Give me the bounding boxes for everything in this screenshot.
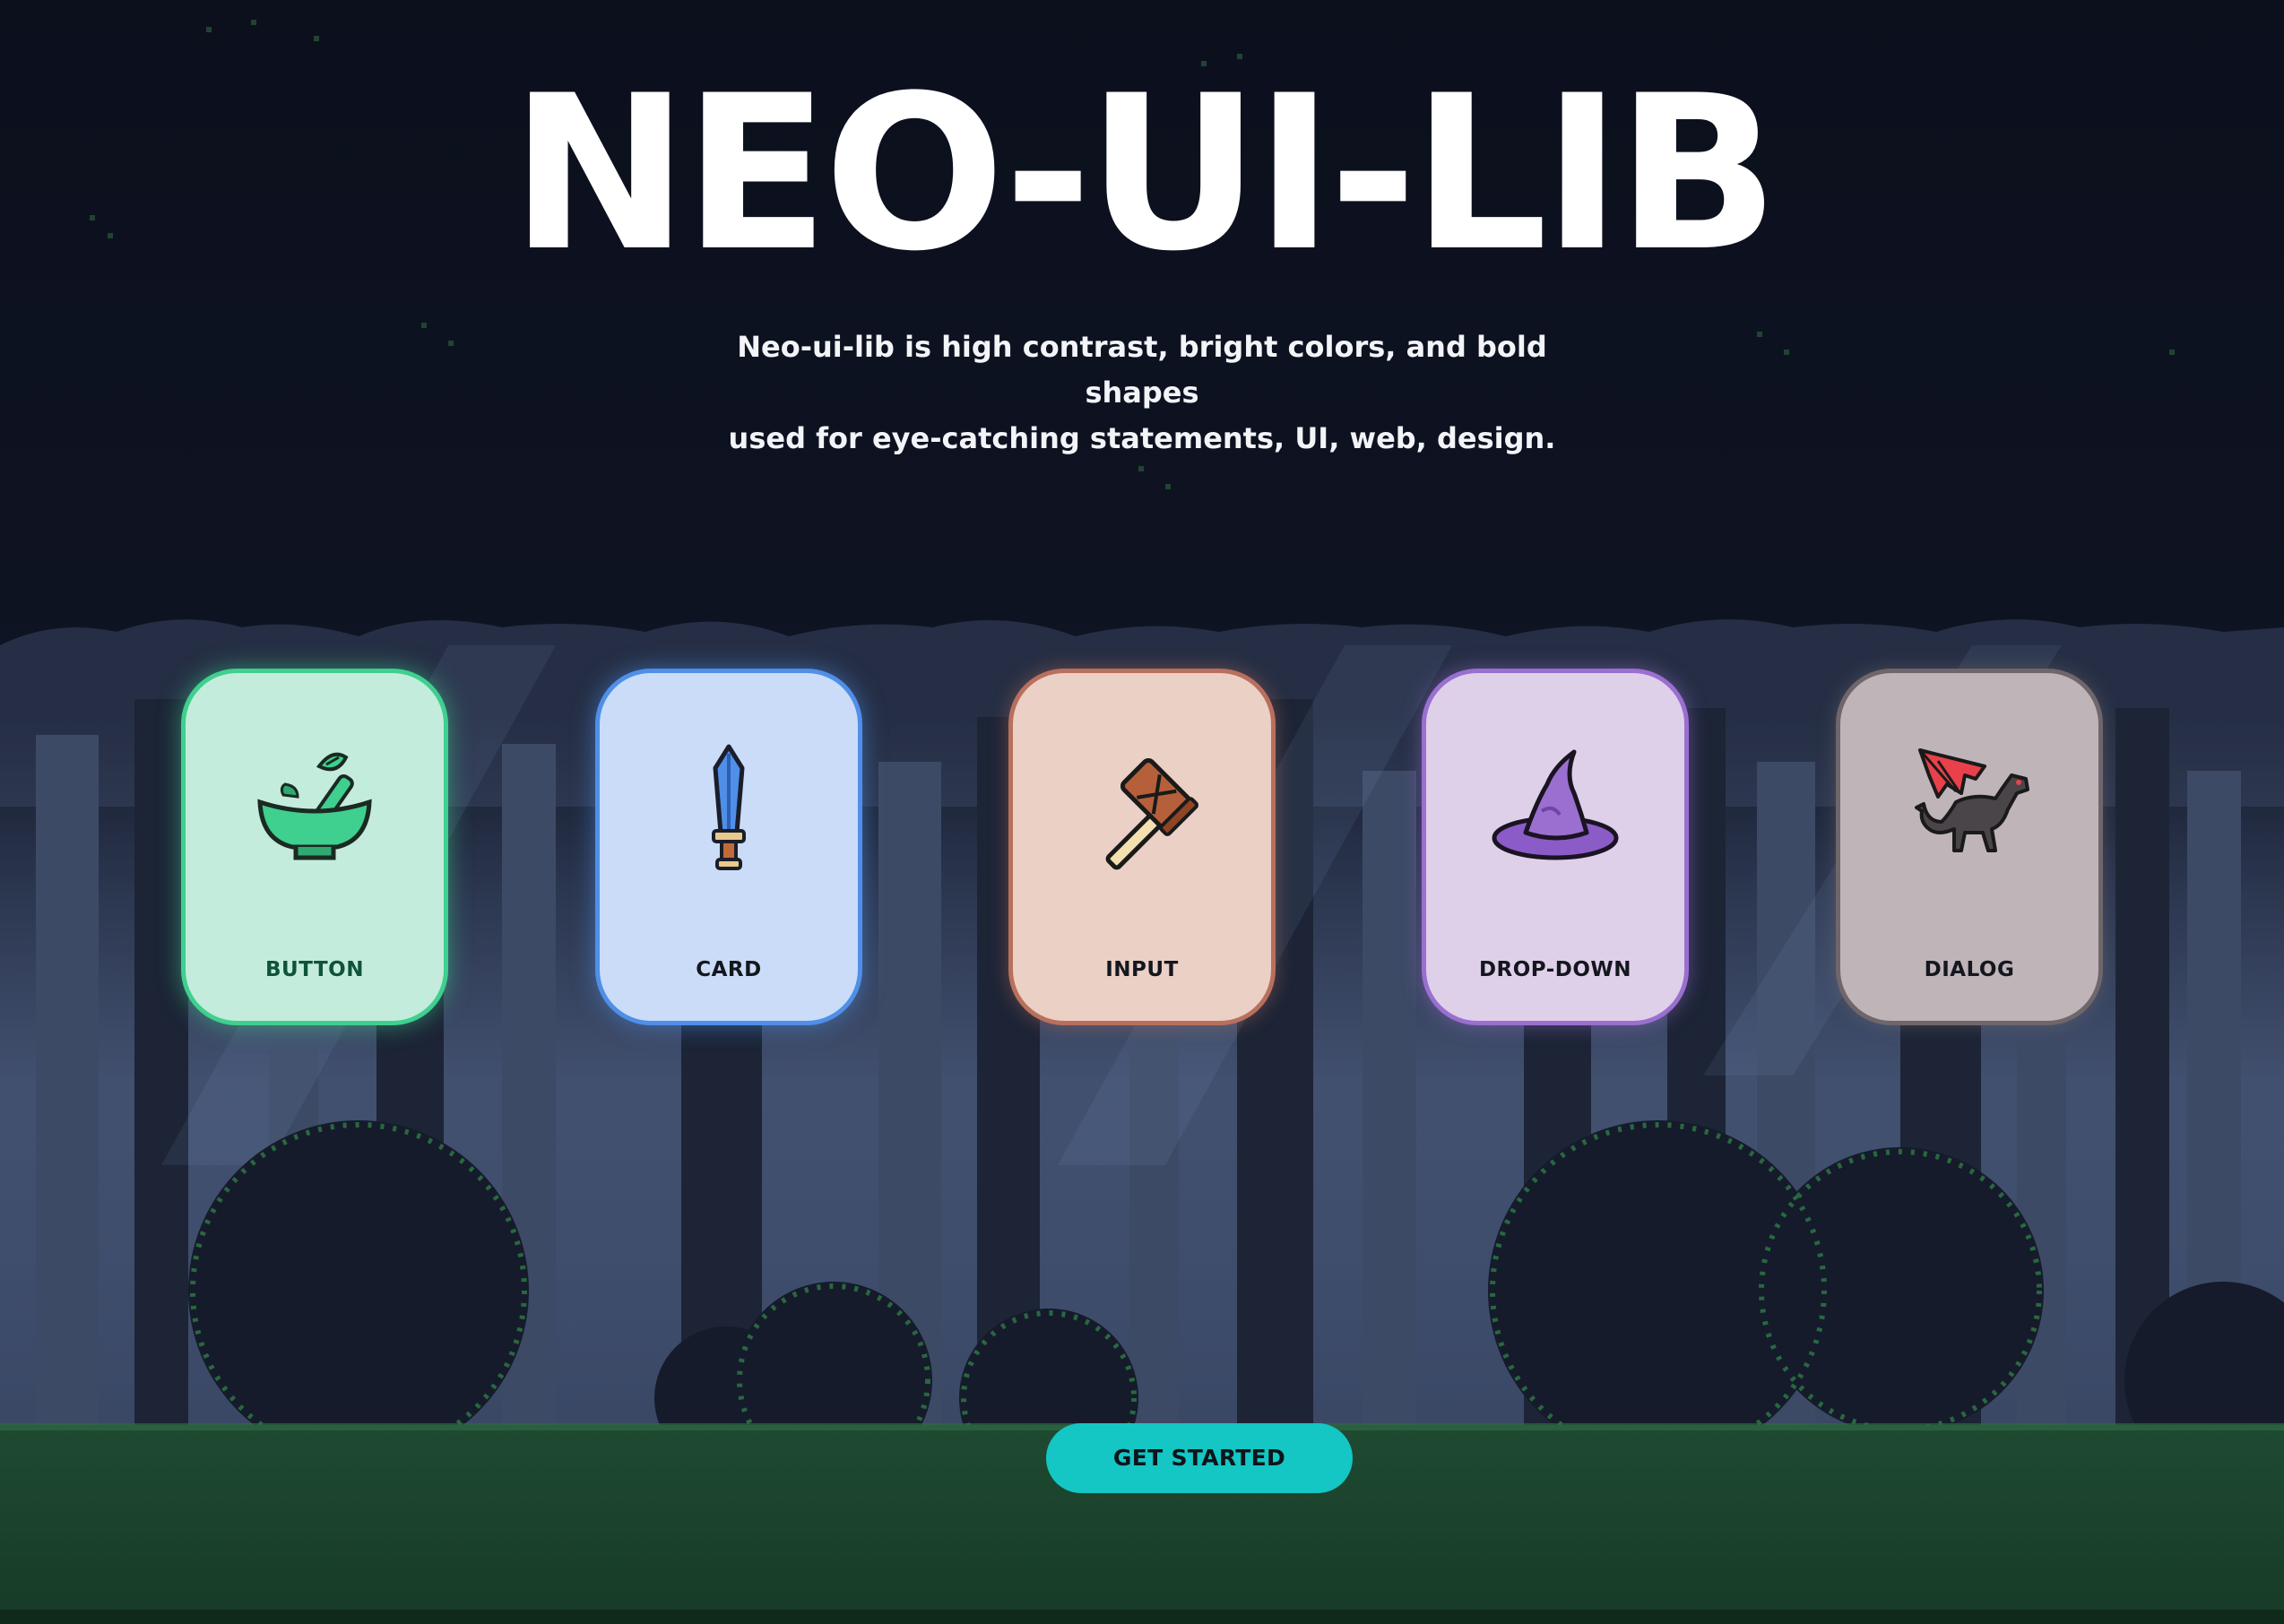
card-card-label: CARD: [696, 958, 762, 981]
button-card[interactable]: BUTTON: [181, 669, 448, 1025]
dropdown-card-label: DROP-DOWN: [1478, 958, 1632, 981]
dialog-card[interactable]: DIALOG: [1836, 669, 2103, 1025]
landing-page: NEO-UI-LIB Neo-ui-lib is high contrast, …: [0, 0, 2284, 1624]
mortar-pestle-icon: [247, 739, 382, 874]
dropdown-card[interactable]: DROP-DOWN: [1422, 669, 1689, 1025]
sword-icon: [662, 739, 796, 874]
input-card[interactable]: INPUT: [1008, 669, 1276, 1025]
hero-subtitle-line-2: used for eye-catching statements, UI, we…: [728, 421, 1556, 455]
hero-subtitle-line-1: Neo-ui-lib is high contrast, bright colo…: [737, 330, 1547, 410]
hammer-icon: [1075, 739, 1209, 874]
get-started-button[interactable]: GET STARTED: [1046, 1423, 1353, 1493]
button-card-label: BUTTON: [265, 958, 364, 981]
wizard-hat-icon: [1488, 739, 1622, 874]
dialog-card-label: DIALOG: [1924, 958, 2015, 981]
card-card[interactable]: CARD: [595, 669, 862, 1025]
hero-title: NEO-UI-LIB: [510, 50, 1779, 298]
hero-subtitle: Neo-ui-lib is high contrast, bright colo…: [694, 324, 1590, 462]
dragon-icon: [1902, 739, 2037, 874]
input-card-label: INPUT: [1105, 958, 1179, 981]
